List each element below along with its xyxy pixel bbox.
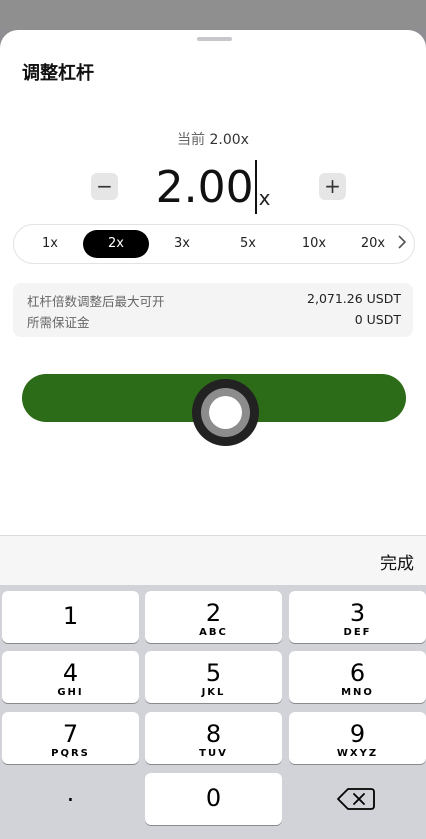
key-letters: ABC (199, 627, 228, 638)
key-letters: DEF (343, 627, 372, 638)
key-letters: GHI (57, 687, 84, 698)
sheet-grabber[interactable] (197, 37, 232, 41)
key-1[interactable]: 1 (2, 591, 139, 643)
chevron-right-icon[interactable] (398, 234, 407, 253)
key-digit: 8 (205, 720, 222, 748)
leverage-input[interactable]: 2.00 x (150, 156, 276, 216)
text-caret (254, 160, 257, 214)
key-7[interactable]: 7 PQRS (2, 712, 139, 764)
required-margin-row: 所需保证金 0 USDT (27, 312, 401, 331)
preset-10x[interactable]: 10x (281, 230, 347, 258)
key-8[interactable]: 8 TUV (145, 712, 282, 764)
key-letters: WXYZ (336, 748, 379, 759)
preset-5x[interactable]: 5x (215, 230, 281, 258)
current-leverage-value: 2.00x (209, 132, 249, 148)
adjust-leverage-sheet: 调整杠杆 当前 2.00x − 2.00 x + 1x 2x 3x 5x 10x… (0, 30, 426, 550)
increase-leverage-button[interactable]: + (319, 173, 346, 200)
leverage-input-value: 2.00 (155, 162, 254, 213)
preset-3x[interactable]: 3x (149, 230, 215, 258)
preset-1x[interactable]: 1x (17, 230, 83, 258)
key-letters: MNO (341, 687, 374, 698)
key-9[interactable]: 9 WXYZ (289, 712, 426, 764)
current-leverage-label: 当前 (177, 132, 206, 148)
key-0[interactable]: 0 (145, 773, 282, 825)
key-6[interactable]: 6 MNO (289, 651, 426, 703)
key-digit: 5 (205, 659, 222, 687)
key-letters: JKL (201, 687, 226, 698)
key-digit: 3 (349, 599, 366, 627)
key-digit: 4 (62, 659, 79, 687)
backspace-icon (337, 788, 375, 810)
key-digit: 7 (62, 720, 79, 748)
background-overlay (0, 0, 426, 30)
key-decimal[interactable]: . (2, 773, 139, 825)
max-open-value: 2,071.26 USDT (307, 291, 401, 306)
delete-key[interactable] (289, 773, 426, 825)
keyboard-toolbar: 完成 (0, 535, 426, 586)
required-margin-label: 所需保证金 (27, 315, 90, 330)
key-5[interactable]: 5 JKL (145, 651, 282, 703)
sheet-title: 调整杠杆 (22, 63, 94, 84)
decrease-leverage-button[interactable]: − (91, 173, 118, 200)
touch-ring (201, 388, 250, 437)
key-digit: 1 (62, 602, 79, 630)
leverage-info-box: 杠杆倍数调整后最大可开 2,071.26 USDT 所需保证金 0 USDT (13, 283, 413, 337)
max-open-label: 杠杆倍数调整后最大可开 (27, 294, 165, 309)
key-3[interactable]: 3 DEF (289, 591, 426, 643)
leverage-presets: 1x 2x 3x 5x 10x 20x (13, 224, 415, 264)
touch-center (209, 396, 242, 429)
key-digit: 9 (349, 720, 366, 748)
key-digit: 0 (205, 784, 222, 812)
key-4[interactable]: 4 GHI (2, 651, 139, 703)
done-button[interactable]: 完成 (380, 549, 414, 574)
preset-2x[interactable]: 2x (83, 230, 149, 258)
key-digit: 2 (205, 599, 222, 627)
preset-20x[interactable]: 20x (347, 230, 399, 258)
current-leverage: 当前 2.00x (0, 129, 426, 149)
touch-indicator-icon (192, 379, 259, 446)
key-letters: PQRS (51, 748, 90, 759)
numeric-keyboard: 1 2 ABC 3 DEF 4 GHI 5 JKL 6 MNO 7 PQRS 8 TUV 9W… (0, 585, 426, 839)
max-open-row: 杠杆倍数调整后最大可开 2,071.26 USDT (27, 291, 401, 310)
key-2[interactable]: 2 ABC (145, 591, 282, 643)
leverage-unit: x (258, 186, 271, 210)
required-margin-value: 0 USDT (354, 312, 401, 327)
key-digit: 6 (349, 659, 366, 687)
key-letters: TUV (199, 748, 228, 759)
